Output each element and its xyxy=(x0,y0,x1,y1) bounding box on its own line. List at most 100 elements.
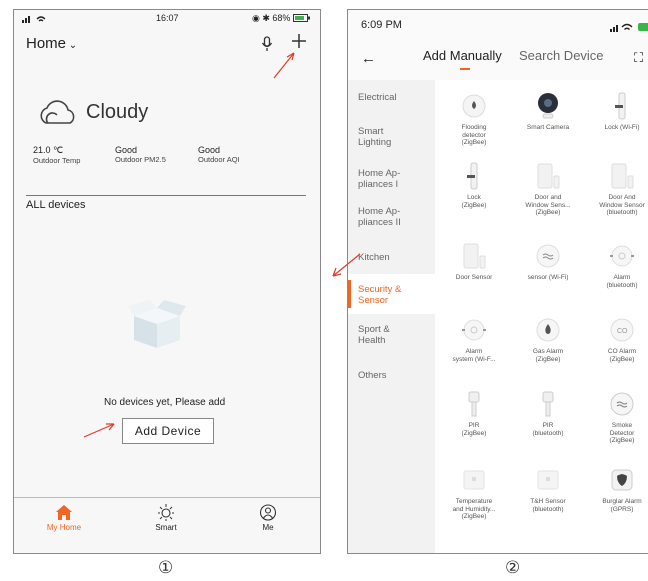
device-tile[interactable]: Door and Window Sens... (ZigBee) xyxy=(510,162,586,217)
home-selector[interactable]: Home ⌄ xyxy=(26,35,77,52)
device-label: Lock (Wi-Fi) xyxy=(604,124,640,131)
tab-search-device[interactable]: Search Device xyxy=(519,48,604,63)
weather-condition: Cloudy xyxy=(86,101,149,123)
tab-bar-divider xyxy=(14,497,320,498)
cloud-icon xyxy=(36,97,80,132)
user-icon xyxy=(259,504,277,521)
metric-label: Outdoor Temp xyxy=(33,156,81,165)
empty-state-text: No devices yet, Please add xyxy=(104,397,226,408)
metric-label: Outdoor PM2.5 xyxy=(115,155,166,164)
device-tile[interactable]: PIR (ZigBee) xyxy=(436,390,512,437)
camera-icon xyxy=(534,92,562,120)
device-tile[interactable]: Alarm system (Wi-F... xyxy=(436,316,512,363)
device-label: Temperature and Humidity... (ZigBee) xyxy=(452,498,496,520)
flame-icon xyxy=(534,316,562,344)
caption-one: ① xyxy=(158,558,174,578)
category-item[interactable]: Security & Sensor xyxy=(358,284,401,306)
device-label: Flooding detector (ZigBee) xyxy=(461,124,487,146)
device-tile[interactable]: Door And Window Sensor (bluetooth) xyxy=(584,162,648,217)
device-label: Alarm system (Wi-F... xyxy=(452,348,496,363)
device-label: Smoke Detector (ZigBee) xyxy=(609,422,635,444)
signal-icon xyxy=(22,14,48,25)
back-arrow-icon[interactable]: ← xyxy=(361,50,376,67)
status-icons xyxy=(610,19,648,37)
device-label: Gas Alarm (ZigBee) xyxy=(532,348,564,363)
device-tile[interactable]: Temperature and Humidity... (ZigBee) xyxy=(436,466,512,521)
category-item[interactable]: Electrical xyxy=(358,92,397,103)
category-item[interactable]: Smart Lighting xyxy=(358,126,391,148)
device-label: PIR (bluetooth) xyxy=(532,422,564,437)
metric-value: Good xyxy=(198,145,221,155)
section-title: ALL devices xyxy=(26,199,86,211)
chevron-down-icon: ⌄ xyxy=(66,40,78,51)
wave-sensor-icon xyxy=(534,242,562,270)
device-tile[interactable]: T&H Sensor (bluetooth) xyxy=(510,466,586,513)
device-label: CO Alarm (ZigBee) xyxy=(607,348,637,363)
metric-temp: 21.0 ℃ Outdoor Temp xyxy=(33,145,80,165)
alarm-icon xyxy=(460,316,488,344)
metric-label: Outdoor AQI xyxy=(198,155,240,164)
device-tile[interactable]: Alarm (bluetooth) xyxy=(584,242,648,289)
co-icon: CO xyxy=(608,316,636,344)
caption-two: ② xyxy=(505,558,521,578)
tab-smart[interactable]: Smart xyxy=(136,504,196,532)
device-label: Door and Window Sens... (ZigBee) xyxy=(525,194,571,216)
section-divider xyxy=(26,195,306,196)
device-tile[interactable]: Burglar Alarm (GPRS) xyxy=(584,466,648,513)
thermo-icon xyxy=(534,466,562,494)
tab-label: My Home xyxy=(46,523,82,532)
device-tile[interactable]: CO CO Alarm (ZigBee) xyxy=(584,316,648,363)
device-label: Smart Camera xyxy=(526,124,570,131)
empty-box-icon xyxy=(126,298,188,355)
device-tile[interactable]: sensor (Wi-Fi) xyxy=(510,242,586,282)
status-time: 16:07 xyxy=(156,13,179,23)
smoke-icon xyxy=(608,390,636,418)
device-label: Alarm (bluetooth) xyxy=(606,274,638,289)
door-sensor-icon xyxy=(608,162,636,190)
device-tile[interactable]: Gas Alarm (ZigBee) xyxy=(510,316,586,363)
tab-label: Me xyxy=(262,523,274,532)
tab-label: Smart xyxy=(155,523,177,532)
device-tile[interactable]: Lock (Wi-Fi) xyxy=(584,92,648,132)
category-item[interactable]: Home Ap- pliances I xyxy=(358,168,400,190)
pir-icon xyxy=(534,390,562,418)
tab-my-home[interactable]: My Home xyxy=(34,504,94,532)
alarm-icon xyxy=(608,242,636,270)
device-label: sensor (Wi-Fi) xyxy=(527,274,569,281)
device-label: Door Sensor xyxy=(455,274,493,281)
metric-value: Good xyxy=(115,145,138,155)
metric-value: 21.0 ℃ xyxy=(33,145,64,155)
device-label: Burglar Alarm (GPRS) xyxy=(602,498,642,513)
lock-icon xyxy=(460,162,488,190)
annotation-arrow-icon xyxy=(330,252,364,285)
device-tile[interactable]: Door Sensor xyxy=(436,242,512,282)
tab-add-manually[interactable]: Add Manually xyxy=(423,48,502,63)
category-item[interactable]: Others xyxy=(358,370,387,381)
scan-icon[interactable]: ⛶ xyxy=(634,50,643,66)
device-tile[interactable]: Lock (ZigBee) xyxy=(436,162,512,209)
device-label: T&H Sensor (bluetooth) xyxy=(530,498,566,513)
metric-aqi: Good Outdoor AQI xyxy=(198,145,240,164)
category-item[interactable]: Home Ap- pliances II xyxy=(358,206,401,228)
annotation-arrow-icon xyxy=(270,48,300,87)
device-tile[interactable]: Smart Camera xyxy=(510,92,586,132)
thermo-icon xyxy=(460,466,488,494)
add-device-button[interactable]: Add Device xyxy=(122,418,214,444)
svg-text:CO: CO xyxy=(617,328,628,335)
category-item[interactable]: Sport & Health xyxy=(358,324,390,346)
lock-icon xyxy=(608,92,636,120)
device-label: PIR (ZigBee) xyxy=(461,422,487,437)
phone-screen-home: 16:07 ◉ ✱ 68% Home ⌄ Cloudy 21.0 ℃ Outdo… xyxy=(13,9,321,554)
door-sensor-icon xyxy=(460,242,488,270)
battery-icon: ◉ ✱ 68% xyxy=(252,13,311,24)
water-drop-icon xyxy=(460,92,488,120)
device-tile[interactable]: Smoke Detector (ZigBee) xyxy=(584,390,648,445)
sun-icon xyxy=(158,504,174,521)
phone-screen-add-device: 6:09 PM ← Add Manually Search Device ⛶ E… xyxy=(347,9,648,554)
device-tile[interactable]: PIR (bluetooth) xyxy=(510,390,586,437)
metric-pm25: Good Outdoor PM2.5 xyxy=(115,145,166,164)
device-tile[interactable]: Flooding detector (ZigBee) xyxy=(436,92,512,147)
door-sensor-icon xyxy=(534,162,562,190)
category-sidebar xyxy=(348,80,435,553)
tab-me[interactable]: Me xyxy=(238,504,298,532)
